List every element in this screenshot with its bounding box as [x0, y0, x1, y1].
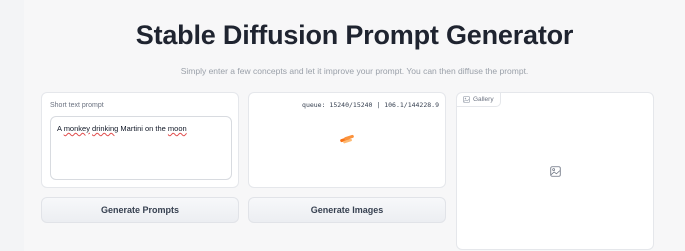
generate-images-button[interactable]: Generate Images — [248, 197, 446, 223]
prompt-text-misspelled: drinking — [92, 124, 119, 133]
queue-status: queue: 15240/15240 | 106.1/144228.9 — [302, 101, 439, 109]
loading-spinner-icon — [340, 134, 354, 144]
image-icon — [550, 166, 561, 177]
generated-prompt-panel: queue: 15240/15240 | 106.1/144228.9 — [248, 92, 446, 188]
page-title: Stable Diffusion Prompt Generator — [135, 20, 574, 50]
generate-prompts-button[interactable]: Generate Prompts — [41, 197, 239, 223]
prompt-text-misspelled: monkey — [63, 124, 90, 133]
prompt-input-label: Short text prompt — [50, 102, 104, 109]
prompt-textarea[interactable]: A monkey drinking Martini on the moon — [50, 116, 232, 180]
app-page: Stable Diffusion Prompt Generator Simply… — [24, 0, 685, 251]
gallery-tag: Gallery — [457, 93, 501, 107]
prompt-text-part: A — [57, 124, 64, 133]
prompt-text-part: Martini on the — [118, 124, 168, 133]
prompt-input-panel: Short text prompt A monkey drinking Mart… — [41, 92, 239, 188]
gallery-panel: Gallery — [456, 92, 654, 250]
page-subtitle: Simply enter a few concepts and let it i… — [180, 66, 529, 76]
gallery-icon — [463, 96, 470, 103]
prompt-text-misspelled: moon — [167, 124, 187, 133]
gallery-tag-label: Gallery — [473, 96, 494, 103]
